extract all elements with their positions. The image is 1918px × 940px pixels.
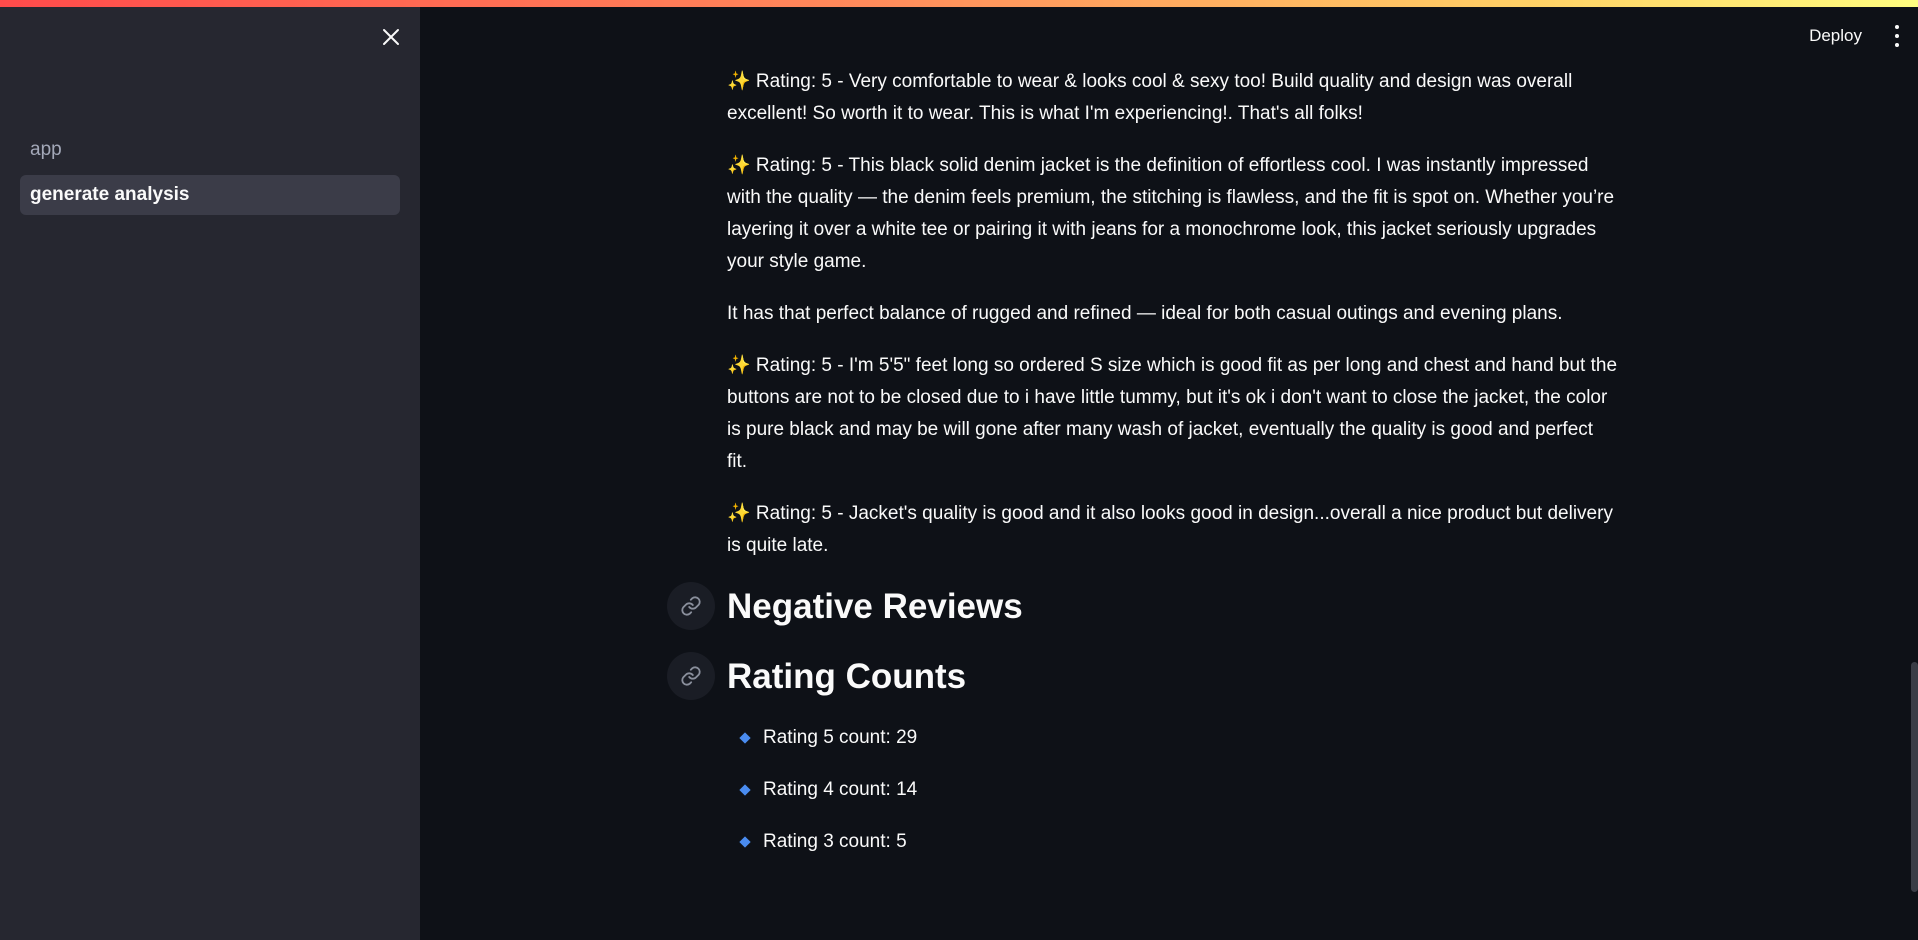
- list-item: Rating 3 count: 5: [733, 826, 1617, 858]
- list-item: Rating 4 count: 14: [733, 774, 1617, 806]
- rating-counts-section: Rating Counts: [667, 652, 1617, 702]
- kebab-menu-icon-dot: [1895, 25, 1899, 29]
- review-paragraph: ✨ Rating: 5 - This black solid denim jac…: [727, 155, 1615, 272]
- review-paragraph: ✨ Rating: 5 - Jacket's quality is good a…: [727, 503, 1613, 556]
- top-decoration-bar: [0, 0, 1918, 7]
- deploy-button[interactable]: Deploy: [1803, 22, 1868, 50]
- rating-count-text: Rating 4 count: 14: [763, 779, 918, 800]
- link-icon: [681, 666, 701, 686]
- review-paragraph: ✨ Rating: 5 - Very comfortable to wear &…: [727, 71, 1573, 124]
- sidebar: app generate analysis: [0, 0, 420, 940]
- close-icon: [383, 29, 399, 45]
- sidebar-nav: app generate analysis: [20, 130, 400, 220]
- diamond-bullet-icon: [739, 784, 751, 796]
- content-column: ✨ Rating: 5 - Very comfortable to wear &…: [667, 66, 1618, 878]
- main-menu-button[interactable]: [1890, 25, 1904, 47]
- diamond-bullet-icon: [739, 732, 751, 744]
- kebab-menu-icon-dot: [1895, 34, 1899, 38]
- negative-reviews-anchor-link[interactable]: [667, 582, 715, 630]
- review-paragraph: ✨ Rating: 5 - I'm 5'5" feet long so orde…: [727, 355, 1618, 472]
- list-item: Rating 5 count: 29: [733, 722, 1617, 754]
- negative-reviews-heading: Negative Reviews: [727, 587, 1023, 626]
- diamond-bullet-icon: [739, 836, 751, 848]
- scrollbar-thumb[interactable]: [1911, 662, 1918, 892]
- rating-counts-anchor-link[interactable]: [667, 652, 715, 700]
- main-area: Deploy ✨ Rating: 5 - Very comfortable to…: [420, 0, 1918, 940]
- header-actions: Deploy: [1803, 22, 1904, 50]
- review-paragraph: It has that perfect balance of rugged an…: [727, 303, 1563, 324]
- sidebar-item-app[interactable]: app: [20, 130, 400, 170]
- sidebar-item-generate-analysis[interactable]: generate analysis: [20, 175, 400, 215]
- rating-counts-heading: Rating Counts: [727, 657, 967, 696]
- link-icon: [681, 596, 701, 616]
- rating-counts-list: Rating 5 count: 29 Rating 4 count: 14 Ra…: [733, 722, 1617, 858]
- rating-count-text: Rating 3 count: 5: [763, 831, 907, 852]
- negative-reviews-section: Negative Reviews: [667, 582, 1617, 632]
- close-sidebar-button[interactable]: [376, 22, 406, 52]
- kebab-menu-icon-dot: [1895, 43, 1899, 47]
- rating-count-text: Rating 5 count: 29: [763, 727, 918, 748]
